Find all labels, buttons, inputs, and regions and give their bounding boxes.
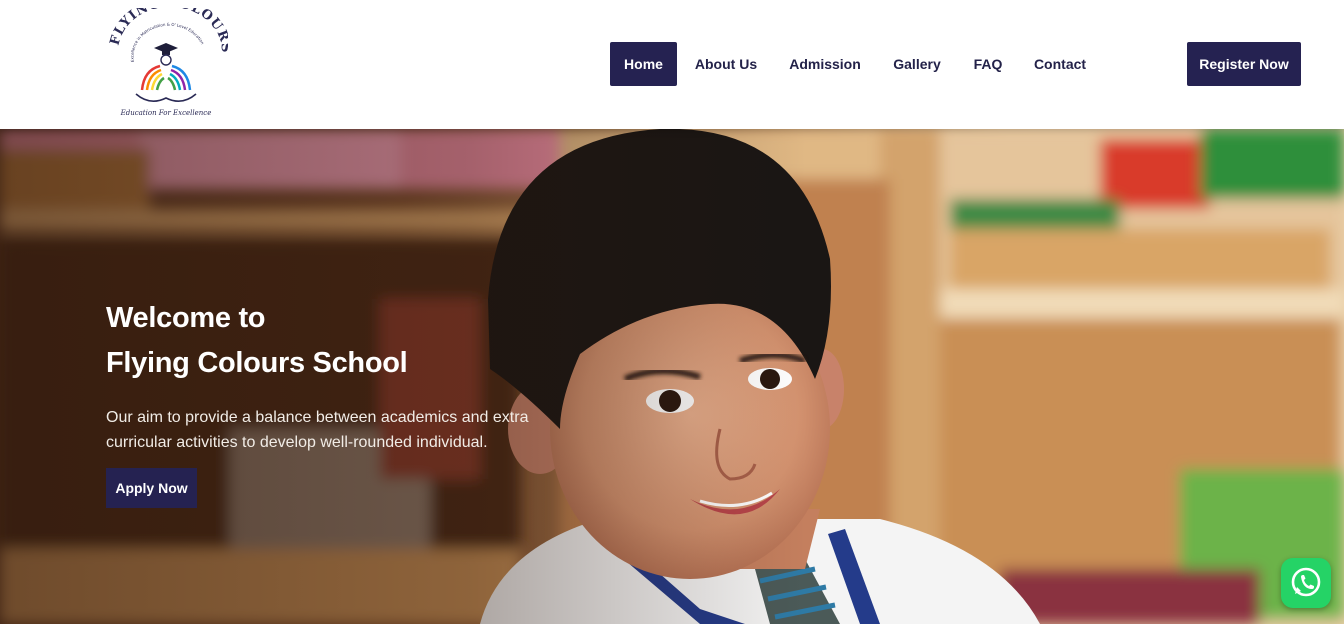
nav-about-us[interactable]: About Us [692,42,760,86]
svg-text:Excellence in Matriculation &: Excellence in Matriculation & O' Level E… [129,22,205,63]
nav-gallery[interactable]: Gallery [890,42,944,86]
nav-contact[interactable]: Contact [1032,42,1088,86]
hero-title-line1: Welcome to [106,302,266,334]
school-logo[interactable]: FLYING COLOURS Excellence in Matriculati… [104,8,228,120]
logo-tagline: Education For Excellence [120,109,212,117]
apply-now-button[interactable]: Apply Now [106,468,197,508]
hero-description: Our aim to provide a balance between aca… [106,409,529,451]
nav-admission[interactable]: Admission [786,42,864,86]
register-now-button[interactable]: Register Now [1187,42,1301,86]
hero-banner: Welcome to Flying Colours School Our aim… [0,129,1344,624]
nav-faq[interactable]: FAQ [970,42,1006,86]
site-header: FLYING COLOURS Excellence in Matriculati… [0,0,1344,129]
whatsapp-chat-button[interactable] [1281,558,1331,608]
whatsapp-icon [1291,567,1321,597]
hero-title-line2: Flying Colours School [106,347,408,379]
nav-home[interactable]: Home [610,42,677,86]
logo-emblem: FLYING COLOURS Excellence in Matriculati… [108,8,228,102]
